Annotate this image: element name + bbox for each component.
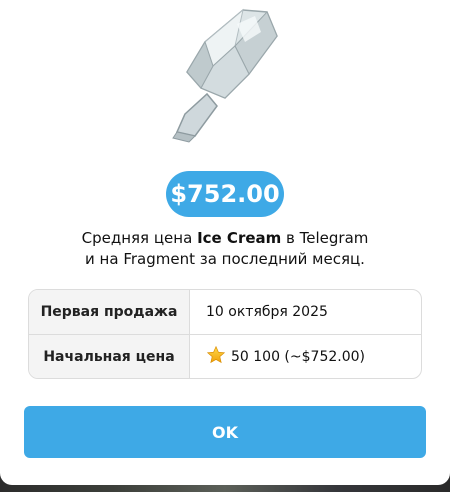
- star-icon: [206, 345, 231, 369]
- description-suffix: в Telegram: [281, 229, 369, 247]
- gift-info-table: Первая продажа 10 октября 2025 Начальная…: [28, 289, 422, 379]
- first-sale-label: Первая продажа: [29, 290, 190, 334]
- initial-price-value: 50 100 (~$752.00): [231, 349, 365, 365]
- ice-cream-gift-image: [165, 2, 285, 152]
- initial-price-cell: 50 100 (~$752.00): [190, 335, 421, 378]
- first-sale-value: 10 октября 2025: [206, 304, 328, 320]
- gift-price-dialog: $752.00 Средняя цена Ice Cream в Telegra…: [0, 0, 450, 485]
- initial-price-label: Начальная цена: [29, 335, 190, 378]
- price-description: Средняя цена Ice Cream в Telegram и на F…: [0, 228, 450, 270]
- average-price-badge: $752.00: [166, 171, 284, 217]
- table-row-initial-price: Начальная цена 50 100 (~$752.00): [29, 334, 421, 378]
- description-prefix: Средняя цена: [81, 229, 198, 247]
- table-row-first-sale: Первая продажа 10 октября 2025: [29, 290, 421, 334]
- ok-button[interactable]: OK: [24, 406, 426, 458]
- description-line-2: и на Fragment за последний месяц.: [85, 250, 365, 268]
- gift-name: Ice Cream: [197, 229, 282, 247]
- description-line-1: Средняя цена Ice Cream в Telegram: [0, 228, 450, 249]
